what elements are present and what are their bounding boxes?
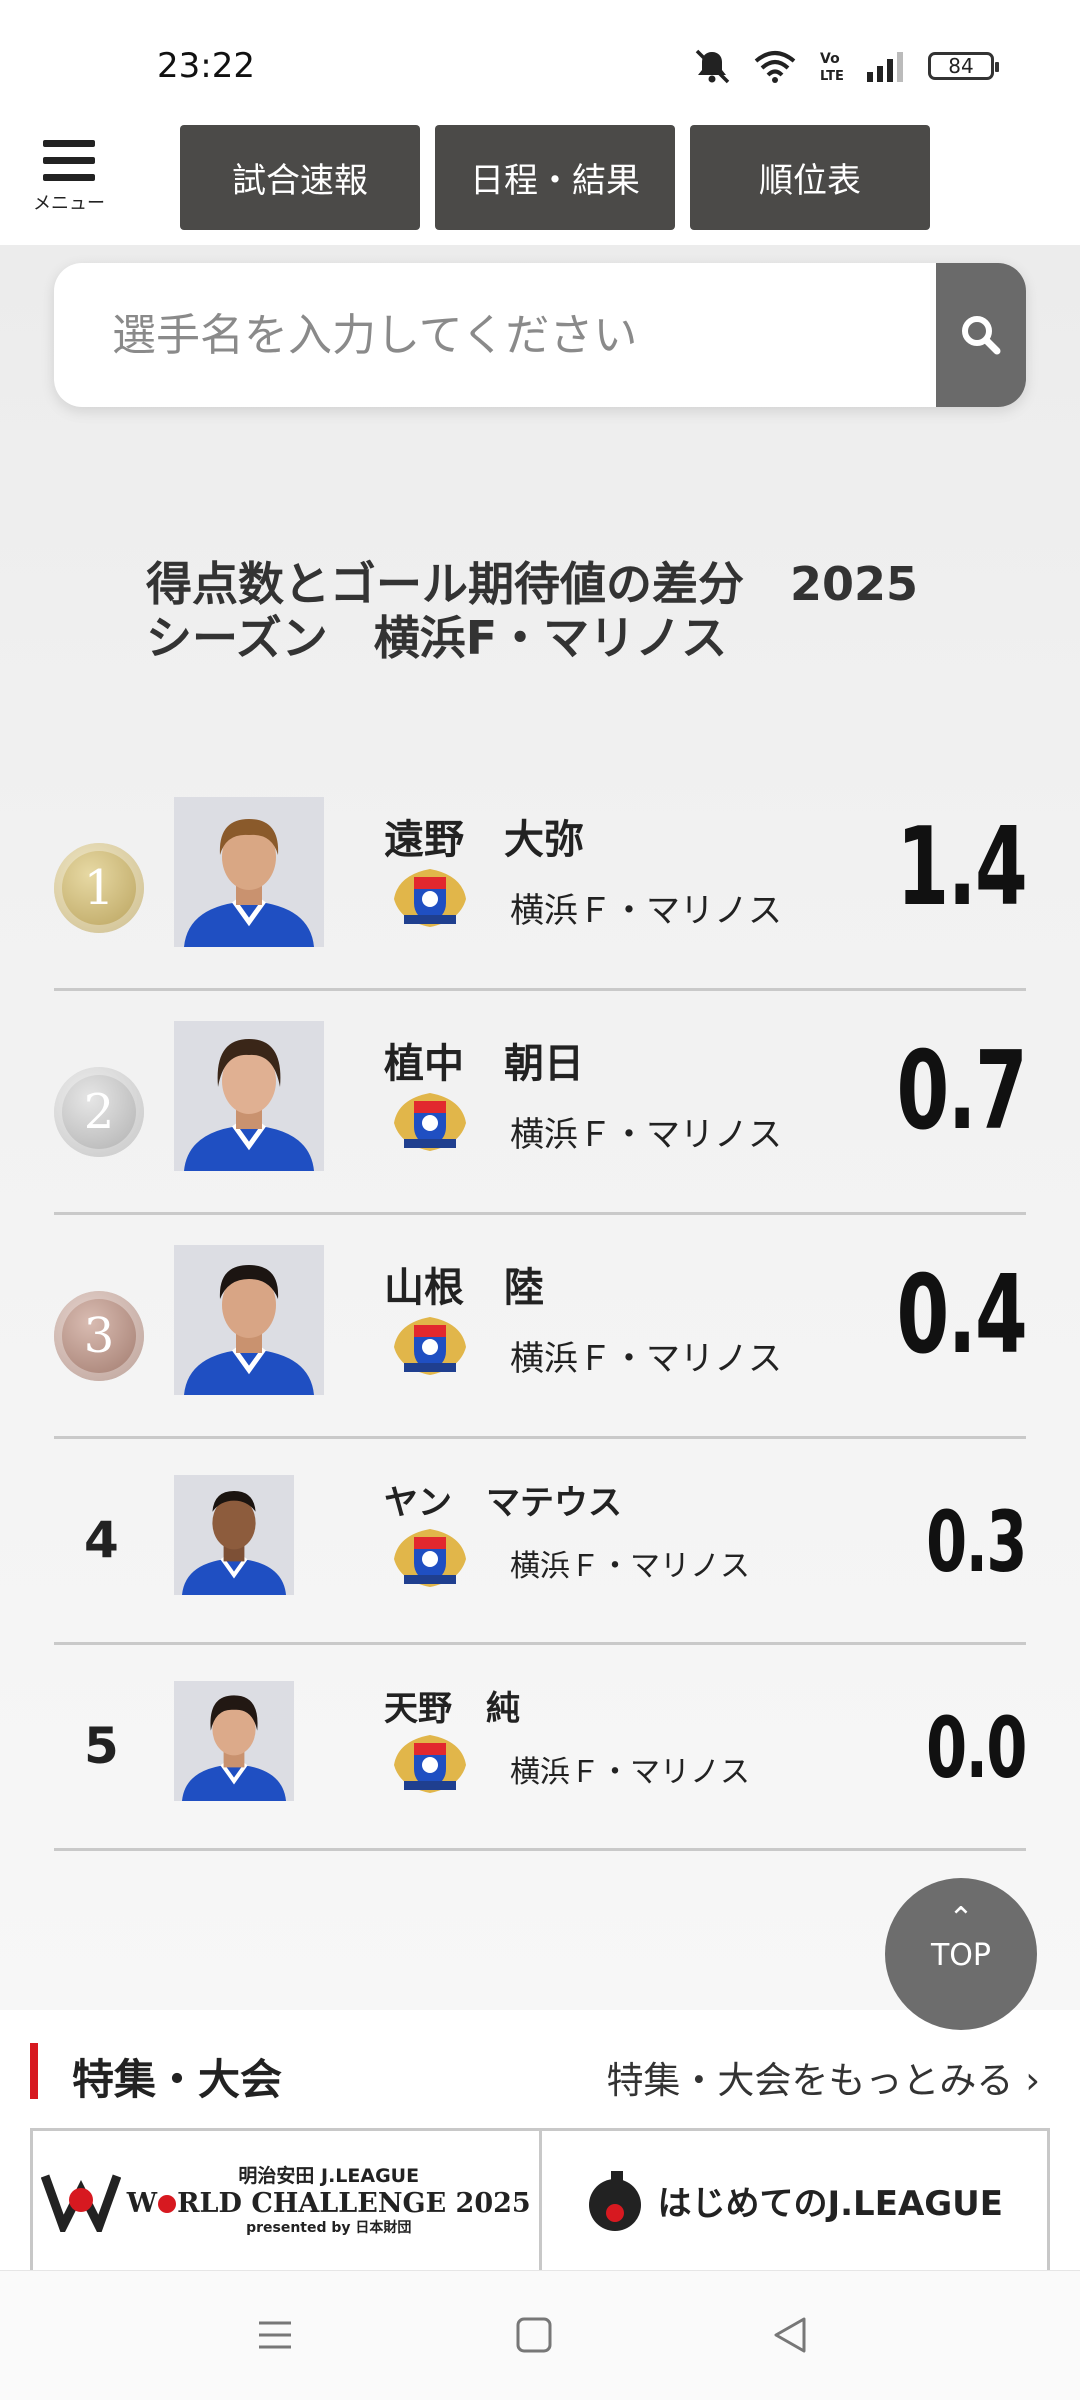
ranking-row-1[interactable]: 1 遠野 大弥 横浜Ｆ・マリノス 1.4: [54, 765, 1028, 991]
feature-title: 特集・大会: [72, 2055, 283, 2104]
jleague-logo-icon: [589, 2170, 642, 2231]
stat-value: 0.4: [896, 1253, 1027, 1378]
player-photo: [174, 1245, 324, 1395]
signal-icon: [867, 52, 903, 82]
bronze-medal-icon: 3: [54, 1291, 144, 1381]
mute-icon: [695, 49, 730, 84]
team-crest-icon: [388, 865, 472, 935]
gold-medal-icon: 1: [54, 843, 144, 933]
player-photo: [174, 1681, 294, 1801]
stat-value: 1.4: [896, 805, 1027, 930]
team-name: 横浜Ｆ・マリノス: [510, 1755, 750, 1790]
ranking-row-4[interactable]: 4 ヤン マテウス 横浜Ｆ・マリノス 0.3: [54, 1439, 1028, 1645]
svg-text:LTE: LTE: [820, 69, 844, 83]
ranking-title-line1: 得点数とゴール期待値の差分 2025: [146, 557, 919, 611]
volte-icon: Vo LTE: [820, 51, 844, 83]
player-photo: [174, 797, 324, 947]
team-crest-icon: [388, 1089, 472, 1159]
search-button[interactable]: [936, 263, 1026, 407]
banner-line1: 明治安田 J.LEAGUE: [238, 2164, 420, 2187]
top-label: TOP: [930, 1938, 992, 1973]
nav-live-scores-button[interactable]: 試合速報: [180, 125, 420, 230]
team-crest-icon: [388, 1313, 472, 1383]
player-photo: [174, 1475, 294, 1595]
team-name: 横浜Ｆ・マリノス: [510, 1549, 750, 1584]
recent-apps-icon[interactable]: [255, 2315, 295, 2355]
banner-first-jleague[interactable]: はじめてのJ.LEAGUE: [538, 2131, 1048, 2270]
home-icon[interactable]: [514, 2315, 554, 2355]
team-name: 横浜Ｆ・マリノス: [510, 1339, 782, 1379]
player-photo: [174, 1021, 324, 1171]
ranking-title-line2: シーズン 横浜F・マリノス: [146, 611, 728, 665]
ranking-row-5[interactable]: 5 天野 純 横浜Ｆ・マリノス 0.0: [54, 1645, 1028, 1851]
menu-label: メニュー: [33, 193, 105, 214]
ranking-row-2[interactable]: 2 植中 朝日 横浜Ｆ・マリノス 0.7: [54, 991, 1028, 1215]
main-content: 得点数とゴール期待値の差分 2025 シーズン 横浜F・マリノス 1 遠野 大弥: [0, 245, 1080, 2010]
feature-more-link[interactable]: 特集・大会をもっとみる ›: [606, 2050, 1040, 2104]
player-name: 遠野 大弥: [384, 817, 584, 863]
status-icons: Vo LTE 84: [692, 48, 999, 84]
nav-schedule-results-button[interactable]: 日程・結果: [435, 125, 675, 230]
team-name: 横浜Ｆ・マリノス: [510, 1115, 782, 1155]
player-name: 天野 純: [384, 1689, 520, 1729]
menu-button[interactable]: メニュー: [30, 140, 108, 215]
feature-section: 特集・大会 特集・大会をもっとみる › 明治安田 J.LEAGUE W RLD C…: [0, 2010, 1080, 2270]
team-crest-icon: [388, 1525, 472, 1595]
ranking-row-3[interactable]: 3 山根 陸 横浜Ｆ・マリノス 0.4: [54, 1215, 1028, 1439]
feature-banners: 明治安田 J.LEAGUE W RLD CHALLENGE 2025 presen…: [30, 2128, 1050, 2270]
status-bar: 23:22 Vo LTE 84: [0, 0, 1080, 120]
back-icon[interactable]: [770, 2315, 810, 2355]
red-ball-icon: [158, 2195, 177, 2213]
chevron-up-icon: ⌃: [948, 1901, 974, 1936]
stat-value: 0.3: [926, 1493, 1027, 1591]
world-challenge-logo-icon: [40, 2173, 121, 2232]
search-icon: [962, 316, 1001, 355]
wifi-icon: [754, 51, 796, 83]
section-accent-bar: [30, 2043, 38, 2099]
hamburger-icon: [30, 140, 108, 181]
search-input[interactable]: [54, 263, 936, 407]
rank-number: 5: [84, 1717, 119, 1775]
stat-value: 0.0: [926, 1699, 1027, 1797]
clock: 23:22: [157, 46, 255, 86]
player-search: [54, 263, 1026, 407]
nav-standings-button[interactable]: 順位表: [690, 125, 930, 230]
stat-value: 0.7: [896, 1029, 1027, 1154]
banner-line2-rest: RLD CHALLENGE 2025: [177, 2187, 531, 2219]
battery-icon: 84: [928, 52, 999, 80]
system-nav-bar: [0, 2270, 1080, 2400]
banner-world-challenge[interactable]: 明治安田 J.LEAGUE W RLD CHALLENGE 2025 presen…: [33, 2131, 539, 2270]
player-name: ヤン マテウス: [384, 1483, 622, 1523]
player-name: 山根 陸: [384, 1265, 544, 1311]
back-to-top-button[interactable]: ⌃ TOP: [885, 1878, 1037, 2030]
site-header: メニュー 試合速報 日程・結果 順位表: [0, 120, 1080, 245]
banner-line3: presented by 日本財団: [246, 2219, 412, 2236]
banner2-text: はじめてのJ.LEAGUE: [657, 2184, 1003, 2224]
player-name: 植中 朝日: [384, 1041, 584, 1087]
svg-text:Vo: Vo: [820, 51, 840, 67]
rank-number: 4: [84, 1511, 119, 1569]
team-crest-icon: [388, 1731, 472, 1801]
banner-line2-w: W: [126, 2187, 158, 2219]
silver-medal-icon: 2: [54, 1067, 144, 1157]
ranking-title: 得点数とゴール期待値の差分 2025 シーズン 横浜F・マリノス: [146, 557, 966, 665]
team-name: 横浜Ｆ・マリノス: [510, 891, 782, 931]
